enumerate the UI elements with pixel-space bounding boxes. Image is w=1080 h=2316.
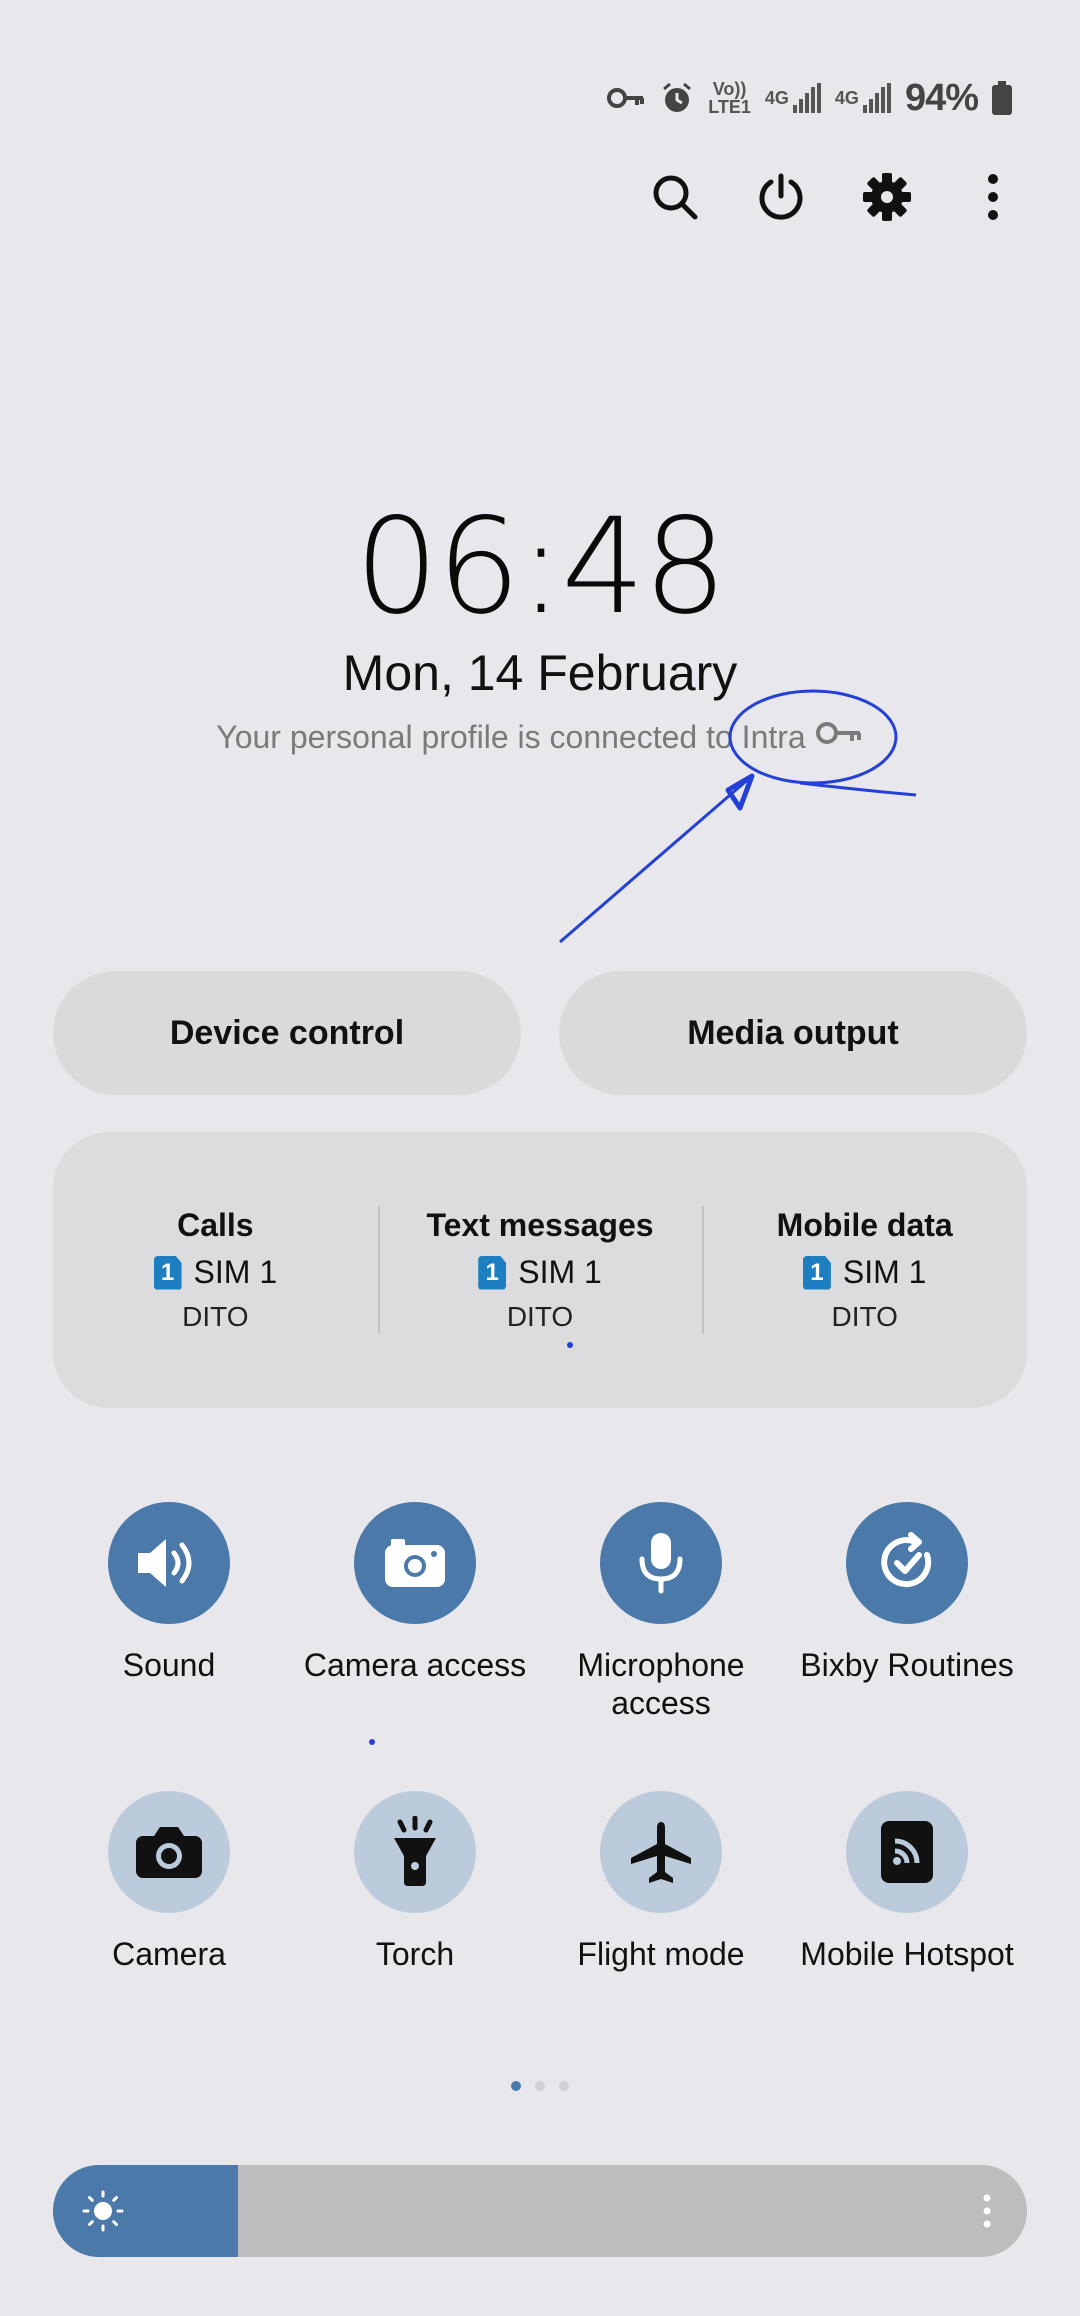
tile-bixby-routines[interactable]: Bixby Routines: [784, 1502, 1030, 1684]
tile-sound[interactable]: Sound: [46, 1502, 292, 1684]
sound-icon[interactable]: [108, 1502, 230, 1624]
media-output-button[interactable]: Media output: [559, 971, 1027, 1095]
sim-text-carrier: DITO: [506, 1301, 574, 1332]
more-vert-icon[interactable]: [966, 170, 1020, 224]
status-bar: Vo)) LTE1 4G 4G 94%: [606, 72, 1012, 124]
tile-flight-mode[interactable]: Flight mode: [538, 1791, 784, 1973]
page-dot[interactable]: [559, 2081, 569, 2091]
media-output-label: Media output: [687, 1013, 899, 1052]
sim-data-sim: SIM 1: [842, 1254, 927, 1290]
tile-camera-label: Camera: [112, 1936, 226, 1972]
sim-data-carrier: DITO: [831, 1301, 898, 1332]
annotation-arrowhead: [725, 773, 755, 811]
sim-text-messages[interactable]: Text messages 1 SIM 1 DITO: [377, 1132, 703, 1408]
sim-text-sim: SIM 1: [518, 1254, 602, 1290]
clock-time[interactable]: 06:48: [0, 490, 1080, 644]
sim-calls-title: Calls: [177, 1207, 254, 1243]
network-label-1: 4G: [764, 88, 789, 108]
annotation-underline: [799, 781, 917, 797]
battery-icon: [992, 81, 1012, 115]
settings-gear-icon[interactable]: [860, 170, 914, 224]
vpn-key-icon: [606, 85, 646, 111]
clock-date[interactable]: Mon, 14 February: [0, 644, 1080, 702]
page-dot[interactable]: [535, 2081, 545, 2091]
hotspot-icon[interactable]: [846, 1791, 968, 1913]
tile-bixby-label: Bixby Routines: [800, 1647, 1014, 1683]
airplane-icon[interactable]: [600, 1791, 722, 1913]
tile-mobile-hotspot[interactable]: Mobile Hotspot: [784, 1791, 1030, 1973]
tile-hotspot-label: Mobile Hotspot: [800, 1936, 1014, 1972]
page-dot[interactable]: [511, 2081, 521, 2091]
tile-torch[interactable]: Torch: [292, 1791, 538, 1973]
page-indicator: [0, 2081, 1080, 2091]
annotation-dot: [369, 1739, 375, 1745]
alarm-icon: [660, 81, 694, 115]
tile-torch-label: Torch: [375, 1936, 455, 1972]
volte-icon: Vo)) LTE1: [708, 80, 751, 116]
torch-icon[interactable]: [354, 1791, 476, 1913]
sim-calls-carrier: DITO: [182, 1301, 249, 1332]
tile-flight-label: Flight mode: [577, 1936, 745, 1972]
annotation-arrow: [559, 774, 753, 944]
network-label-2: 4G: [834, 88, 859, 108]
tile-camera-access[interactable]: Camera access: [292, 1502, 538, 1684]
power-icon[interactable]: [754, 170, 808, 224]
volte-label-bottom: LTE1: [708, 97, 751, 117]
sim-calls[interactable]: Calls 1 SIM 1 DITO: [53, 1132, 378, 1408]
vpn-profile-text: Your personal profile is connected to In…: [216, 718, 806, 755]
signal-4g-icon: 4G: [835, 83, 891, 113]
brightness-slider[interactable]: [53, 2165, 1027, 2257]
sim-mobile-data[interactable]: Mobile data 1 SIM 1 DITO: [702, 1132, 1027, 1408]
bixby-routines-icon[interactable]: [846, 1502, 968, 1624]
sim-card-icon: 1: [478, 1255, 507, 1290]
device-control-label: Device control: [169, 1013, 405, 1052]
sim-card-icon: 1: [153, 1255, 182, 1290]
tile-microphone-label: Microphone access: [577, 1647, 745, 1721]
sim-calls-sim: SIM 1: [193, 1254, 278, 1290]
more-vert-icon[interactable]: [975, 2187, 999, 2235]
volte-label-top: Vo)): [712, 79, 747, 99]
sim-data-title: Mobile data: [776, 1207, 953, 1243]
device-control-button[interactable]: Device control: [53, 971, 521, 1095]
vpn-profile-status: Your personal profile is connected to In…: [0, 718, 1080, 756]
camera-access-icon[interactable]: [354, 1502, 476, 1624]
tile-microphone-access[interactable]: Microphone access: [538, 1502, 784, 1722]
brightness-sun-icon: [79, 2187, 127, 2235]
signal-4g-icon: 4G: [765, 83, 821, 113]
search-icon[interactable]: [648, 170, 702, 224]
tile-camera-access-label: Camera access: [303, 1647, 527, 1683]
panel-actions: [648, 170, 1020, 224]
sim-text-title: Text messages: [426, 1207, 654, 1243]
camera-icon[interactable]: [108, 1791, 230, 1913]
sim-manager-panel[interactable]: Calls 1 SIM 1 DITO Text messages 1 SIM 1…: [53, 1132, 1027, 1408]
tile-camera[interactable]: Camera: [46, 1791, 292, 1973]
vpn-key-icon: [814, 718, 864, 756]
sim-card-icon: 1: [802, 1255, 831, 1290]
microphone-icon[interactable]: [600, 1502, 722, 1624]
tile-sound-label: Sound: [122, 1647, 216, 1683]
battery-percent: 94%: [904, 76, 979, 119]
